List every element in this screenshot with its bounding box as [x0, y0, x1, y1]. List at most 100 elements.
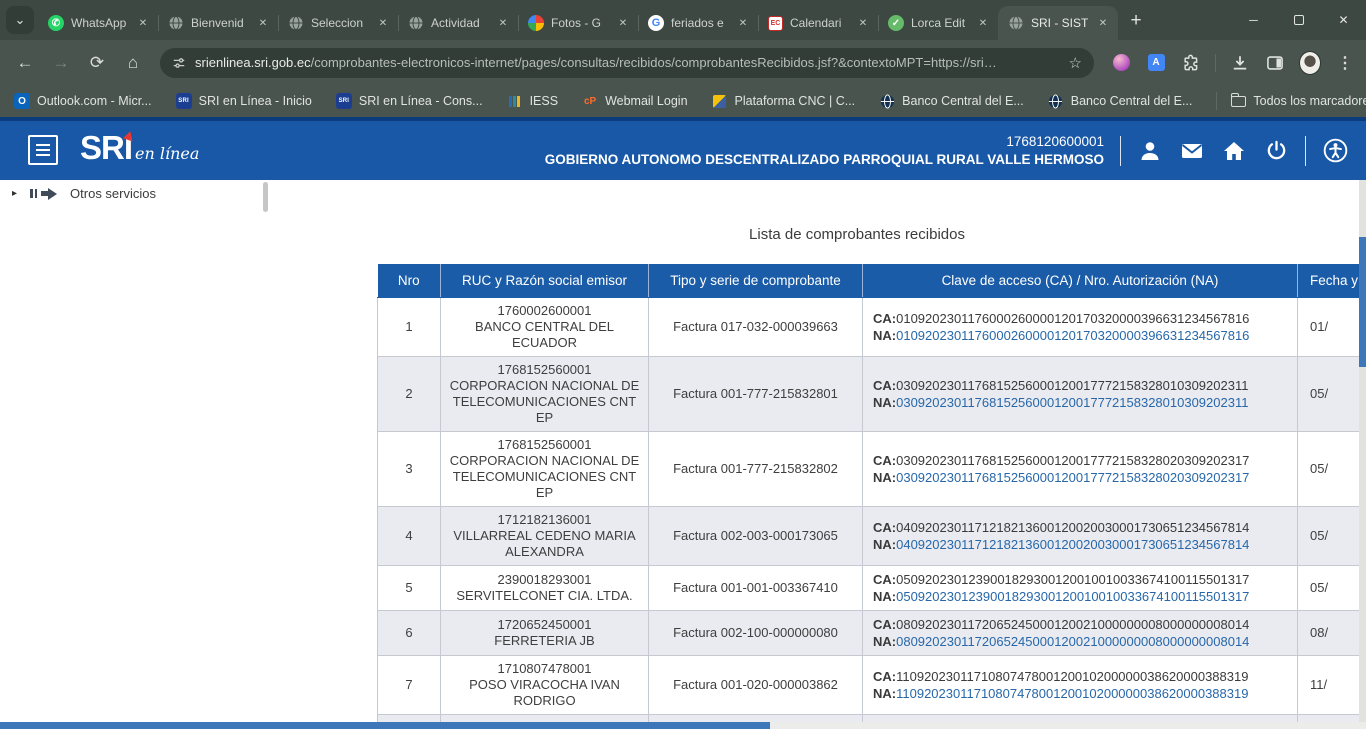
tab-calendario[interactable]: EC Calendari ✕ [758, 6, 878, 40]
maximize-button[interactable] [1276, 0, 1321, 40]
close-window-button[interactable]: ✕ [1321, 0, 1366, 40]
na-authorization-link[interactable]: 0809202301172065245000120021000000008000… [896, 634, 1249, 649]
forward-button[interactable]: → [46, 48, 76, 78]
na-authorization-link[interactable]: 0309202301176815256000120017772158328010… [896, 395, 1248, 410]
close-icon: ✕ [979, 18, 987, 29]
na-authorization-link[interactable]: 0309202301176815256000120017772158328020… [896, 470, 1249, 485]
tab-sri-active[interactable]: SRI - SISTE ✕ [998, 6, 1118, 40]
logout-power-icon[interactable] [1263, 138, 1289, 164]
new-tab-button[interactable]: + [1122, 7, 1150, 35]
ca-line: CA:0309202301176815256000120017772158328… [873, 377, 1291, 394]
close-icon: ✕ [499, 18, 507, 29]
minimize-button[interactable]: ─ [1231, 0, 1276, 40]
bookmark-sri-consultas[interactable]: SRI SRI en Línea - Cons... [336, 93, 483, 109]
sri-favicon: SRI [336, 93, 352, 109]
tab-close-button[interactable]: ✕ [135, 15, 151, 31]
tab-bienvenido[interactable]: Bienvenid ✕ [158, 6, 278, 40]
bookmark-label: SRI en Línea - Cons... [359, 94, 483, 108]
tab-close-button[interactable]: ✕ [255, 15, 271, 31]
cell-ruc-emisor: 1760002600001 BANCO CENTRAL DEL ECUADOR [441, 298, 649, 357]
address-bar[interactable]: srienlinea.sri.gob.ec/comprobantes-elect… [160, 48, 1094, 78]
header-tipo-serie: Tipo y serie de comprobante [649, 264, 863, 298]
tab-close-button[interactable]: ✕ [1095, 15, 1111, 31]
bookmark-star-icon[interactable]: ☆ [1069, 54, 1082, 72]
cell-nro: 7 [378, 656, 441, 715]
tab-close-button[interactable]: ✕ [735, 15, 751, 31]
tab-lorca[interactable]: ✓ Lorca Edit ✕ [878, 6, 998, 40]
cell-ruc-emisor: 1712182136001 VILLARREAL CEDENO MARIA AL… [441, 507, 649, 566]
header-right: 1768120600001 GOBIERNO AUTONOMO DESCENTR… [545, 121, 1348, 180]
cell-tipo-serie: Factura 001-777-215832801 [649, 357, 863, 432]
horizontal-scrollbar-thumb[interactable] [0, 722, 770, 729]
tab-close-button[interactable]: ✕ [615, 15, 631, 31]
na-authorization-link[interactable]: 0509202301239001829300120010010033674100… [896, 589, 1249, 604]
tab-fotos[interactable]: Fotos - G ✕ [518, 6, 638, 40]
outlook-favicon: O [14, 93, 30, 109]
expand-caret-icon[interactable]: ▸ [12, 188, 17, 199]
bookmark-banco-central-2[interactable]: Banco Central del E... [1048, 93, 1193, 109]
bookmark-label: Banco Central del E... [902, 94, 1024, 108]
tab-close-button[interactable]: ✕ [975, 15, 991, 31]
ca-value: 0309202301176815256000120017772158328020… [896, 453, 1249, 468]
tab-close-button[interactable]: ✕ [375, 15, 391, 31]
ca-value: 0409202301171218213600120020030001730651… [896, 520, 1249, 535]
tab-whatsapp[interactable]: ✆ WhatsApp ✕ [38, 6, 158, 40]
sidebar-scrollbar[interactable] [263, 182, 268, 212]
toolbar-separator [1215, 54, 1216, 72]
ai-assistant-extension-icon[interactable] [1110, 52, 1132, 74]
table-viewport: Nro RUC y Razón social emisor Tipo y ser… [377, 264, 1366, 729]
close-icon: ✕ [139, 18, 147, 29]
mail-icon[interactable] [1179, 138, 1205, 164]
profile-avatar[interactable] [1299, 52, 1321, 74]
tab-close-button[interactable]: ✕ [495, 15, 511, 31]
tab-seleccione[interactable]: Seleccion ✕ [278, 6, 398, 40]
sidebar-item-label[interactable]: Otros servicios [70, 186, 156, 201]
bookmark-banco-central-1[interactable]: Banco Central del E... [879, 93, 1024, 109]
table-row: 5 2390018293001 SERVITELCONET CIA. LTDA.… [378, 566, 1366, 611]
na-line: NA:0309202301176815256000120017772158328… [873, 469, 1291, 486]
home-icon[interactable] [1221, 138, 1247, 164]
browser-menu-button[interactable]: ⋮ [1334, 52, 1356, 74]
side-panel-icon[interactable] [1264, 52, 1286, 74]
back-button[interactable]: ← [10, 48, 40, 78]
tab-feriados[interactable]: G feriados e ✕ [638, 6, 758, 40]
ca-label: CA: [873, 520, 896, 535]
cell-ruc-emisor: 1720652450001 FERRETERIA JB [441, 611, 649, 656]
extensions-puzzle-icon[interactable] [1180, 52, 1202, 74]
na-authorization-link[interactable]: 0409202301171218213600120020030001730651… [896, 537, 1249, 552]
site-settings-icon [172, 56, 186, 70]
close-icon: ✕ [1099, 18, 1107, 29]
tab-close-button[interactable]: ✕ [855, 15, 871, 31]
downloads-icon[interactable] [1229, 52, 1251, 74]
tab-search-button[interactable]: ⌄ [6, 6, 34, 34]
tab-actividad[interactable]: Actividad ✕ [398, 6, 518, 40]
ca-label: CA: [873, 378, 896, 393]
otros-servicios-arrow-icon [30, 188, 57, 200]
bookmark-iess[interactable]: IESS [507, 93, 559, 109]
all-bookmarks-button[interactable]: Todos los marcadores [1231, 94, 1366, 108]
accessibility-icon[interactable] [1322, 138, 1348, 164]
bookmark-sri-inicio[interactable]: SRISRI en Línea - Inicio [176, 93, 312, 109]
na-authorization-link[interactable]: 0109202301176000260000120170320000396631… [896, 328, 1249, 343]
user-profile-icon[interactable] [1137, 138, 1163, 164]
reload-button[interactable]: ⟳ [82, 48, 112, 78]
translate-extension-icon[interactable]: A [1145, 52, 1167, 74]
vertical-scrollbar-thumb[interactable] [1359, 237, 1366, 367]
page-title: Lista de comprobantes recibidos [377, 226, 1337, 243]
emisor-name: FERRETERIA JB [447, 633, 642, 649]
na-authorization-link[interactable]: 1109202301171080747800120010200000038620… [896, 686, 1248, 701]
menu-hamburger-icon[interactable] [28, 135, 58, 165]
na-label: NA: [873, 328, 896, 343]
bookmark-cnc[interactable]: Plataforma CNC | C... [712, 93, 856, 109]
cell-tipo-serie: Factura 017-032-000039663 [649, 298, 863, 357]
home-button[interactable]: ⌂ [118, 48, 148, 78]
vertical-scrollbar[interactable] [1359, 180, 1366, 722]
ca-label: CA: [873, 453, 896, 468]
check-icon: ✓ [892, 18, 900, 29]
horizontal-scrollbar[interactable] [0, 722, 1366, 729]
bookmark-outlook[interactable]: OOutlook.com - Micr... [14, 93, 152, 109]
taxpayer-ruc: 1768120600001 [545, 133, 1104, 151]
sri-logo[interactable]: SRI en línea [80, 129, 199, 167]
sidebar-item-otros-servicios[interactable]: ▸ Otros servicios [12, 186, 156, 201]
bookmark-webmail[interactable]: cPWebmail Login [582, 93, 687, 109]
